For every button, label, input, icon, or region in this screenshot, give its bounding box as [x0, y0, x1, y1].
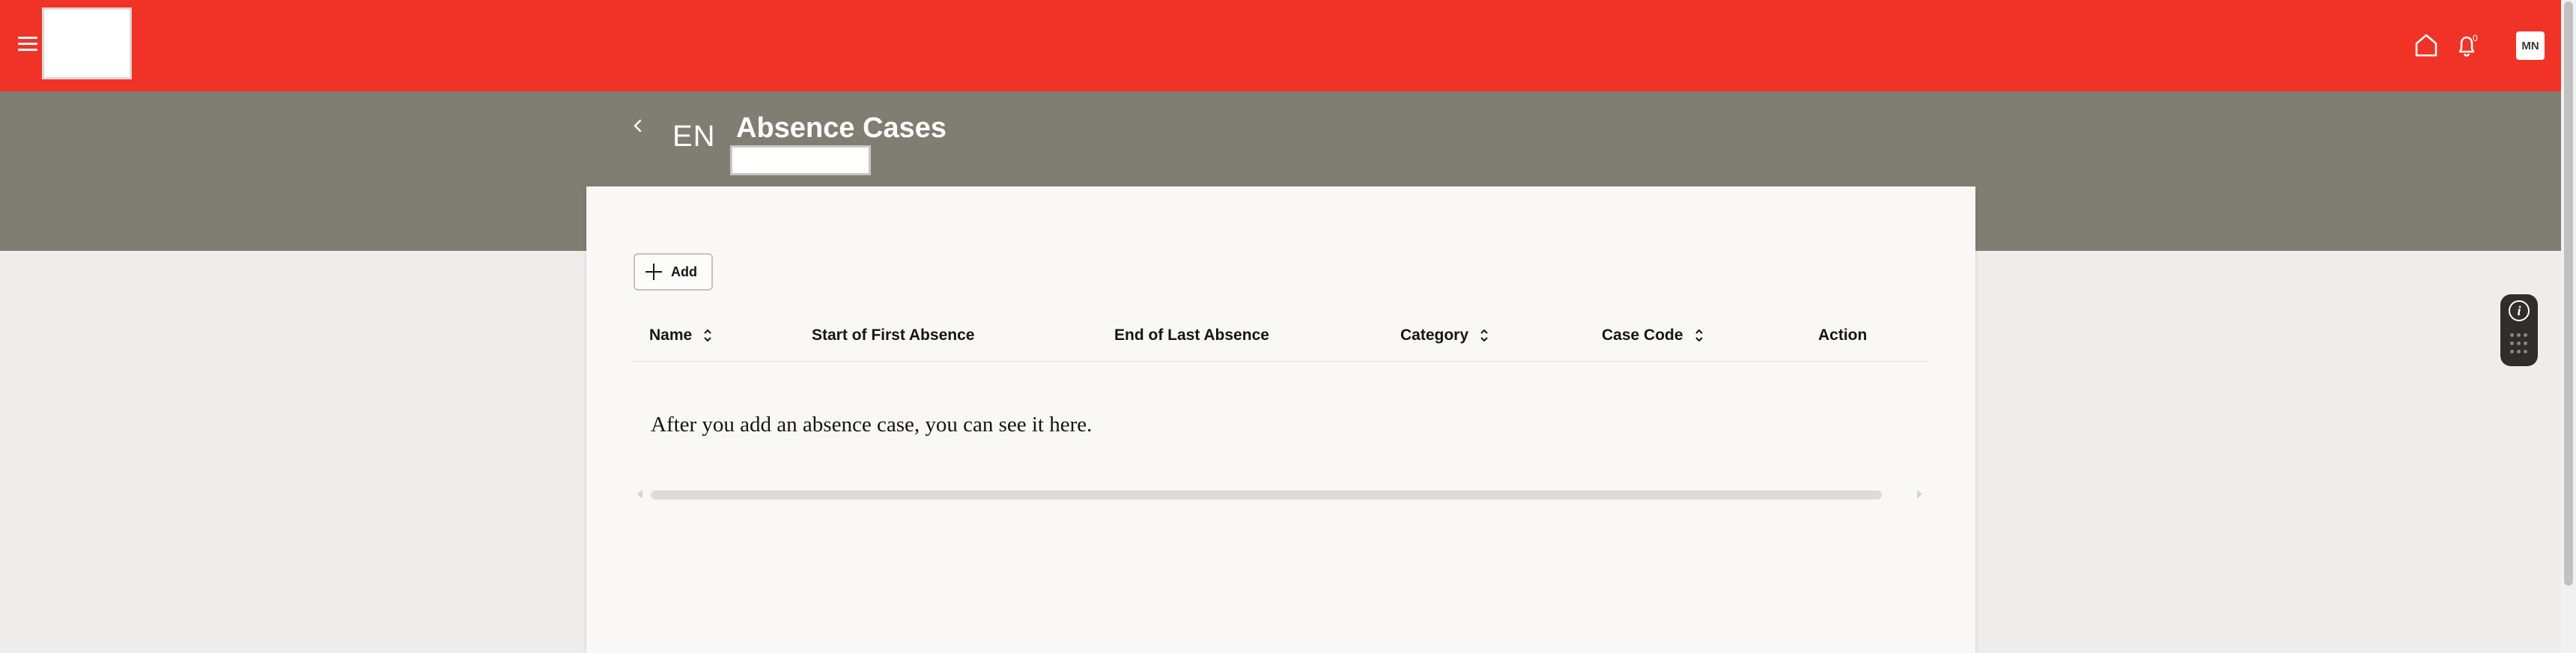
notification-count: 0 [2473, 33, 2478, 43]
column-header-name[interactable]: Name [649, 326, 713, 344]
column-end-label: End of Last Absence [1114, 326, 1269, 344]
info-icon[interactable]: i [2509, 300, 2530, 321]
keypad-icon[interactable] [2510, 333, 2528, 356]
scroll-left-arrow-icon[interactable] [637, 490, 643, 499]
column-case-code-label: Case Code [1602, 326, 1683, 344]
column-header-category[interactable]: Category [1400, 326, 1489, 344]
column-header-start: Start of First Absence [812, 326, 974, 344]
sort-up-down-icon[interactable] [1479, 327, 1489, 344]
subtitle-placeholder-box [730, 145, 871, 175]
column-action-label: Action [1818, 326, 1868, 344]
add-button-label: Add [671, 264, 697, 279]
column-header-case-code[interactable]: Case Code [1602, 326, 1704, 344]
page-title: Absence Cases [736, 112, 947, 144]
column-header-action: Action [1818, 326, 1867, 344]
table-header: Name Start of First Absence End of Last … [634, 322, 1928, 352]
bell-icon[interactable] [2452, 30, 2482, 60]
plus-icon [645, 264, 662, 280]
empty-state-message: After you add an absence case, you can s… [651, 413, 1093, 437]
vertical-scroll-thumb[interactable] [2564, 1, 2573, 586]
top-bar [0, 0, 2561, 91]
chevron-left-icon[interactable] [628, 115, 648, 138]
header-divider [634, 361, 1928, 362]
scroll-right-arrow-icon[interactable] [1917, 490, 1922, 499]
hamburger-menu-icon[interactable] [16, 33, 39, 55]
home-icon[interactable] [2413, 30, 2440, 60]
add-button[interactable]: Add [634, 253, 713, 291]
column-name-label: Name [649, 326, 693, 344]
column-header-end: End of Last Absence [1114, 326, 1269, 344]
horizontal-scroll-thumb[interactable] [651, 490, 1882, 499]
help-widget[interactable]: i [2500, 294, 2538, 366]
sort-up-down-icon[interactable] [1694, 327, 1704, 344]
avatar[interactable]: MN [2516, 31, 2545, 60]
column-start-label: Start of First Absence [812, 326, 975, 344]
sort-up-down-icon[interactable] [702, 327, 713, 344]
column-category-label: Category [1400, 326, 1469, 344]
logo[interactable] [42, 7, 132, 79]
language-label: EN [672, 120, 716, 153]
